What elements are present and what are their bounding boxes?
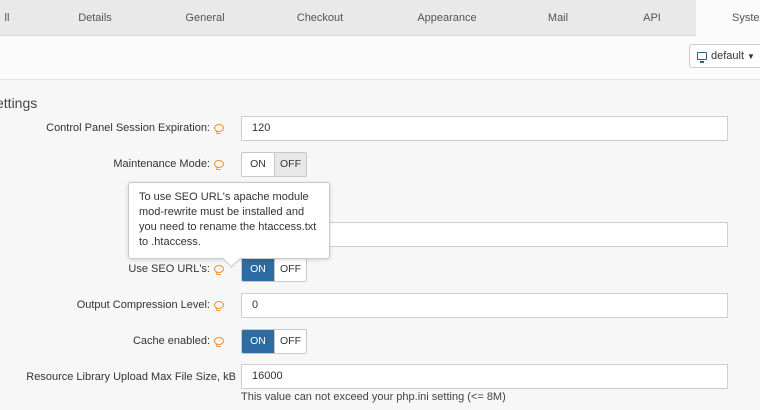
seo-urls-label-row: Use SEO URL's: — [128, 263, 224, 275]
compression-level-label-row: Output Compression Level: — [77, 299, 224, 311]
compression-level-label: Output Compression Level: — [76, 299, 210, 311]
info-icon[interactable] — [214, 265, 224, 273]
upload-max-size-input[interactable]: 16000 — [241, 364, 728, 389]
info-icon[interactable] — [214, 337, 224, 345]
tab-general[interactable]: General — [170, 0, 240, 36]
cache-enabled-off[interactable]: OFF — [274, 330, 306, 353]
caret-down-icon: ▼ — [747, 52, 755, 61]
theme-label: default — [711, 50, 745, 62]
cache-enabled-label-row: Cache enabled: — [133, 335, 224, 347]
cache-enabled-toggle: ON OFF — [241, 329, 307, 354]
tab-mail[interactable]: Mail — [525, 0, 591, 36]
tab-checkout[interactable]: Checkout — [285, 0, 355, 36]
cache-enabled-label: Cache enabled: — [132, 335, 210, 347]
session-expiration-input[interactable]: 120 — [241, 116, 728, 141]
info-icon[interactable] — [214, 301, 224, 309]
info-icon[interactable] — [214, 160, 224, 168]
maintenance-mode-off[interactable]: OFF — [274, 153, 306, 176]
maintenance-mode-toggle: ON OFF — [241, 152, 307, 177]
seo-urls-label: Use SEO URL's: — [128, 263, 210, 275]
tab-api[interactable]: API — [630, 0, 674, 36]
seo-urls-off[interactable]: OFF — [274, 258, 306, 281]
cache-enabled-on[interactable]: ON — [242, 330, 274, 353]
session-expiration-label-row: Control Panel Session Expiration: — [46, 122, 224, 134]
toolbar: default ▼ — [0, 36, 760, 80]
maintenance-mode-on[interactable]: ON — [242, 153, 274, 176]
tab-system[interactable]: System — [696, 0, 760, 37]
theme-select-button[interactable]: default ▼ — [689, 44, 760, 68]
maintenance-mode-label-row: Maintenance Mode: — [113, 158, 224, 170]
upload-max-size-label-row: Resource Library Upload Max File Size, k… — [26, 371, 236, 383]
tab-all[interactable]: ll — [0, 0, 14, 36]
info-icon[interactable] — [214, 124, 224, 132]
monitor-icon — [697, 52, 707, 63]
seo-urls-tooltip: To use SEO URL's apache module mod-rewri… — [128, 182, 330, 259]
seo-urls-toggle: ON OFF — [241, 257, 307, 282]
session-expiration-label: Control Panel Session Expiration: — [46, 122, 210, 134]
maintenance-mode-label: Maintenance Mode: — [113, 158, 210, 170]
seo-urls-on[interactable]: ON — [242, 258, 274, 281]
tab-details[interactable]: Details — [60, 0, 130, 36]
tab-bar: ll Details General Checkout Appearance M… — [0, 0, 760, 37]
compression-level-input[interactable]: 0 — [241, 293, 728, 318]
section-title: ettings — [0, 95, 38, 111]
upload-max-size-hint: This value can not exceed your php.ini s… — [241, 391, 506, 403]
upload-max-size-label: Resource Library Upload Max File Size, k… — [26, 371, 236, 383]
tab-appearance[interactable]: Appearance — [405, 0, 489, 36]
